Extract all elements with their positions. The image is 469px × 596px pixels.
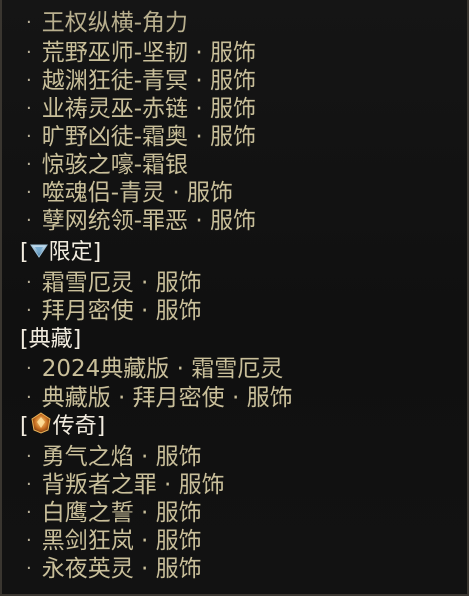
item-label: 孽网统领-罪恶 · 服饰 (41, 208, 256, 234)
item-label: 典藏版 · 拜月密使 · 服饰 (41, 385, 293, 411)
bracket-open: [ (20, 414, 29, 439)
list-item: · 业祷灵巫-赤链 · 服饰 (26, 94, 256, 124)
bullet: · (26, 272, 32, 293)
bullet: · (26, 210, 32, 231)
item-label: 惊骇之嚎-霜银 (41, 152, 189, 178)
list-item: · 白鹰之誓 · 服饰 (26, 498, 202, 528)
list-item: · 惊骇之嚎-霜银 (26, 150, 188, 180)
list-item: · 背叛者之罪 · 服饰 (26, 470, 225, 500)
list-item: · 旷野凶徒-霜奥 · 服饰 (26, 122, 256, 152)
bracket-open: [ (20, 327, 29, 352)
item-label: 2024典藏版 · 霜雪厄灵 (41, 356, 284, 382)
skin-list-tooltip: · 王权纵横-角力 · 荒野巫师-坚韧 · 服饰 · 越渊狂徒-青冥 · 服饰 · 业祷… (0, 0, 469, 596)
legendary-gem-icon (30, 411, 52, 443)
item-label: 噬魂侣-青灵 · 服饰 (41, 180, 233, 206)
list-item: · 2024典藏版 · 霜雪厄灵 (26, 354, 283, 384)
section-title: 限定 (48, 240, 93, 265)
list-item: · 黑剑狂岚 · 服饰 (26, 526, 202, 556)
bullet: · (26, 42, 32, 63)
item-label: 旷野凶徒-霜奥 · 服饰 (41, 124, 256, 150)
item-label: 黑剑狂岚 · 服饰 (41, 528, 202, 554)
section-header-collection: [ 典藏 ] (20, 325, 81, 355)
list-item: · 噬魂侣-青灵 · 服饰 (26, 178, 233, 208)
bullet: · (26, 126, 32, 147)
bullet: · (26, 558, 32, 579)
bullet: · (26, 502, 32, 523)
bullet: · (26, 446, 32, 467)
item-label: 背叛者之罪 · 服饰 (41, 472, 225, 498)
list-item: · 孽网统领-罪恶 · 服饰 (26, 206, 256, 236)
list-item: · 拜月密使 · 服饰 (26, 296, 202, 326)
list-item: · 霜雪厄灵 · 服饰 (26, 268, 202, 298)
bullet: · (26, 474, 32, 495)
list-item: · 典藏版 · 拜月密使 · 服饰 (26, 383, 293, 413)
item-label: 白鹰之誓 · 服饰 (41, 500, 202, 526)
list-item: · 勇气之焰 · 服饰 (26, 442, 202, 472)
bracket-close: ] (92, 240, 102, 265)
item-label: 业祷灵巫-赤链 · 服饰 (41, 96, 256, 122)
bullet: · (26, 154, 32, 175)
list-item: · 越渊狂徒-青冥 · 服饰 (26, 66, 256, 96)
bullet: · (26, 358, 32, 379)
section-title: 传奇 (52, 414, 97, 439)
bracket-close: ] (72, 327, 82, 352)
item-label: 永夜英灵 · 服饰 (41, 556, 202, 582)
item-label: 勇气之焰 · 服饰 (41, 444, 202, 470)
section-title: 典藏 (28, 327, 73, 352)
item-label: 荒野巫师-坚韧 · 服饰 (41, 40, 256, 66)
list-item: · 永夜英灵 · 服饰 (26, 554, 202, 584)
section-header-legendary: [ 传奇 ] (20, 411, 106, 443)
bullet: · (26, 98, 32, 119)
bullet: · (26, 182, 32, 203)
list-item: · 王权纵横-角力 (26, 8, 188, 38)
bullet: · (26, 387, 32, 408)
item-label: 越渊狂徒-青冥 · 服饰 (41, 68, 256, 94)
bracket-open: [ (20, 240, 29, 265)
bullet: · (26, 12, 32, 33)
bracket-close: ] (96, 414, 106, 439)
bullet: · (26, 530, 32, 551)
section-header-limited: [ 限定 ] (20, 238, 101, 268)
list-item: · 荒野巫师-坚韧 · 服饰 (26, 38, 256, 68)
item-label: 霜雪厄灵 · 服饰 (41, 270, 202, 296)
item-label: 王权纵横-角力 (41, 10, 189, 36)
triangle-gem-icon (29, 238, 48, 268)
item-label: 拜月密使 · 服饰 (41, 298, 202, 324)
bullet: · (26, 300, 32, 321)
bullet: · (26, 70, 32, 91)
